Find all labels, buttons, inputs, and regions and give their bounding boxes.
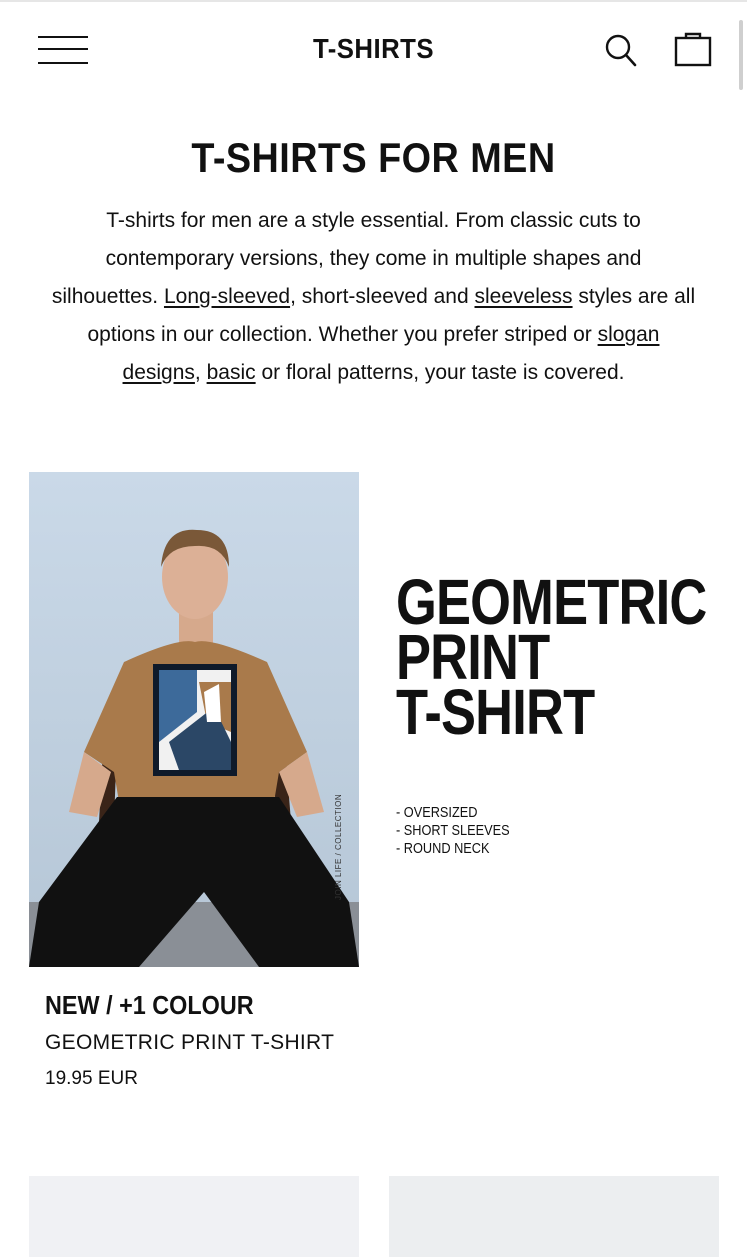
promo-title: GEOMETRIC PRINT T-SHIRT (396, 570, 707, 748)
page-heading: T-SHIRTS FOR MEN (191, 134, 556, 181)
shopping-bag-button[interactable] (672, 30, 714, 70)
header: T-SHIRTS (0, 0, 747, 100)
feature-item: - ROUND NECK (396, 840, 490, 857)
promo-title-line: T-SHIRT (396, 676, 595, 748)
promo-features: - OVERSIZED - SHORT SLEEVES - ROUND NECK (396, 804, 510, 858)
product-price: 19.95 EUR (45, 1068, 138, 1089)
search-button[interactable] (602, 30, 640, 70)
link-long-sleeved[interactable]: Long-sleeved (164, 285, 290, 308)
link-sleeveless[interactable]: sleeveless (475, 285, 573, 308)
feature-item: - OVERSIZED (396, 804, 478, 821)
product-badge: NEW / +1 COLOUR (45, 990, 254, 1020)
next-product-image-left[interactable] (29, 1176, 359, 1257)
link-basic[interactable]: basic (207, 361, 256, 384)
description-text: , (194, 361, 207, 384)
product-name[interactable]: GEOMETRIC PRINT T-SHIRT (45, 1031, 334, 1055)
next-product-image-right[interactable] (389, 1176, 719, 1257)
product-image[interactable] (29, 472, 359, 967)
shopping-bag-icon (674, 32, 712, 67)
image-caption: JOIN LIFE / COLLECTION (334, 793, 343, 900)
category-description: T-shirts for men are a style essential. … (50, 202, 697, 392)
model-photo (29, 472, 359, 967)
feature-item: - SHORT SLEEVES (396, 822, 510, 839)
description-text: , short-sleeved and (290, 285, 475, 308)
search-icon (605, 34, 637, 67)
description-text: or floral patterns, your taste is covere… (255, 361, 625, 384)
